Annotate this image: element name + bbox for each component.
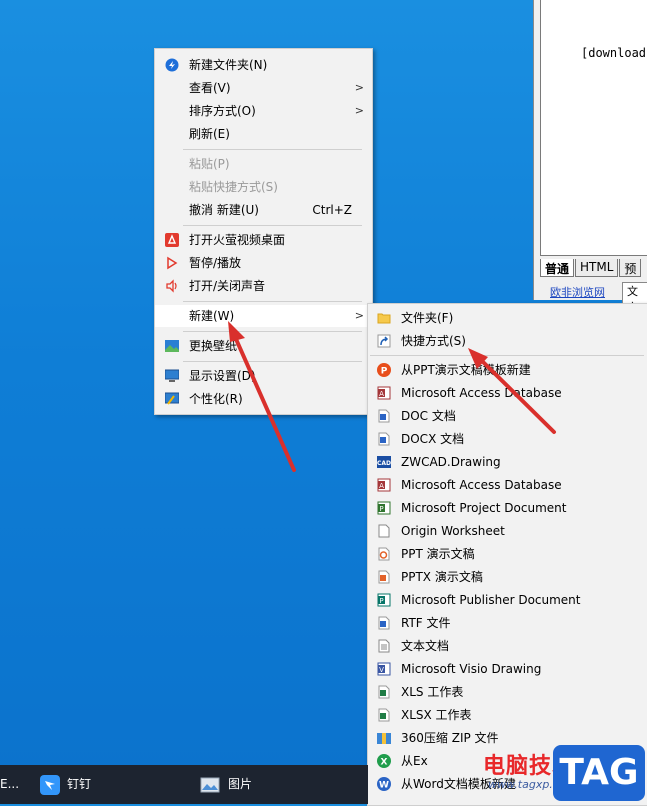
annotation-arrows bbox=[228, 321, 556, 472]
arrow-to-shortcut-item bbox=[468, 348, 556, 434]
arrow-to-new-item bbox=[228, 321, 296, 472]
